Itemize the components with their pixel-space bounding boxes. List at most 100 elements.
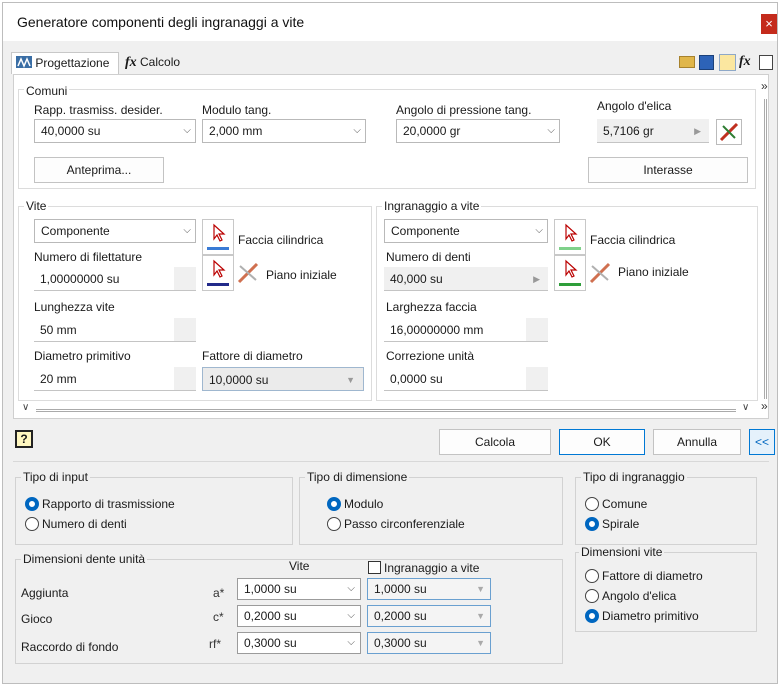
module-value: 2,000 mm	[209, 124, 263, 138]
chevron-down-icon: ▼	[476, 638, 485, 648]
threads-input[interactable]: 1,00000000 su	[34, 267, 196, 291]
vite-type-select[interactable]: Componente ⌵	[34, 219, 196, 243]
flip-icon[interactable]	[236, 261, 260, 285]
helix-angle-value: 5,7106 gr	[603, 124, 654, 138]
radio-teeth[interactable]: Numero di denti	[25, 516, 127, 532]
face-width-label: Larghezza faccia	[386, 300, 477, 314]
length-input[interactable]: 50 mm	[34, 318, 196, 342]
tab-label: Calcolo	[140, 55, 181, 69]
clearance-gear-select: 0,2000 su ▼	[367, 605, 491, 627]
scroll-track[interactable]	[764, 99, 767, 399]
radio-helix-angle[interactable]: Angolo d'elica	[585, 588, 676, 604]
group-ingranaggio-label: Ingranaggio a vite	[382, 199, 482, 213]
select-plane-button[interactable]	[202, 255, 234, 291]
radio-diameter-factor[interactable]: Fattore di diametro	[585, 568, 703, 584]
open-folder-icon[interactable]	[679, 56, 695, 68]
ratio-label: Rapp. trasmiss. desider.	[34, 103, 163, 117]
ok-button[interactable]: OK	[559, 429, 645, 455]
field-spacer	[526, 318, 548, 341]
chevron-down-icon: ▼	[476, 584, 485, 594]
radio-indicator	[327, 517, 341, 531]
expand-right-icon[interactable]: »	[761, 79, 768, 93]
root-fillet-vite-select[interactable]: 0,3000 su ⌵	[237, 632, 361, 654]
play-arrow-icon: ▶	[533, 274, 540, 284]
radio-module[interactable]: Modulo	[327, 496, 383, 512]
gear-type-select[interactable]: Componente ⌵	[384, 219, 548, 243]
correction-label: Correzione unità	[386, 349, 475, 363]
face-width-input[interactable]: 16,00000000 mm	[384, 318, 548, 342]
checkbox-box	[368, 561, 381, 574]
radio-label: Comune	[602, 497, 648, 511]
module-select[interactable]: 2,000 mm ⌵	[202, 119, 366, 143]
root-fillet-label: Raccordo di fondo	[21, 640, 119, 654]
threads-label: Numero di filettature	[34, 250, 143, 264]
select-plane-button[interactable]	[554, 255, 586, 291]
lock-dimension-icon[interactable]	[716, 119, 742, 145]
correction-input[interactable]: 0,0000 su	[384, 367, 548, 391]
radio-pitch[interactable]: Passo circonferenziale	[327, 516, 465, 532]
clearance-vite-select[interactable]: 0,2000 su ⌵	[237, 605, 361, 627]
options-icon[interactable]	[719, 54, 736, 71]
radio-indicator	[25, 497, 39, 511]
field-spacer	[526, 367, 548, 390]
center-distance-button[interactable]: Interasse	[588, 157, 748, 183]
clearance-symbol: c*	[213, 610, 224, 624]
select-face-button[interactable]	[202, 219, 234, 255]
face-width-value: 16,00000000 mm	[390, 323, 484, 337]
horizontal-scrollbar[interactable]: ∨ ∨	[22, 402, 760, 415]
correction-value: 0,0000 su	[390, 372, 443, 386]
scroll-track[interactable]	[36, 409, 736, 412]
teeth-label: Numero di denti	[386, 250, 471, 264]
radio-pitch-diameter[interactable]: Diametro primitivo	[585, 608, 699, 624]
cancel-button[interactable]: Annulla	[653, 429, 741, 455]
ratio-select[interactable]: 40,0000 su ⌵	[34, 119, 196, 143]
group-comuni-label: Comuni	[24, 84, 70, 98]
gear-start-plane-label: Piano iniziale	[618, 265, 689, 279]
addendum-vite-select[interactable]: 1,0000 su ⌵	[237, 578, 361, 600]
radio-label: Spirale	[602, 517, 640, 531]
vite-cyl-face-label: Faccia cilindrica	[238, 233, 324, 247]
radio-label: Passo circonferenziale	[344, 517, 465, 531]
function-icon: fx	[125, 55, 137, 70]
length-label: Lunghezza vite	[34, 300, 115, 314]
vite-type-value: Componente	[41, 224, 110, 238]
calculate-button[interactable]: Calcola	[439, 429, 551, 455]
group-vite-label: Vite	[24, 199, 49, 213]
notes-icon[interactable]	[759, 55, 773, 70]
tab-label: Progettazione	[35, 56, 110, 70]
vertical-scrollbar[interactable]: » »	[759, 77, 773, 417]
gear-cyl-face-label: Faccia cilindrica	[590, 233, 676, 247]
save-icon[interactable]	[699, 55, 714, 70]
tab-progettazione[interactable]: Progettazione	[11, 52, 119, 74]
flip-icon[interactable]	[588, 261, 612, 285]
tab-calcolo[interactable]: fx Calcolo	[121, 52, 201, 74]
radio-common[interactable]: Comune	[585, 496, 647, 512]
radio-spiral[interactable]: Spirale	[585, 516, 639, 532]
expand-right-icon[interactable]: »	[761, 399, 768, 413]
tab-bar: Progettazione fx Calcolo fx	[3, 43, 777, 75]
pitch-diameter-input[interactable]: 20 mm	[34, 367, 196, 391]
help-button[interactable]: ?	[15, 430, 33, 448]
collapse-button[interactable]: <<	[749, 429, 775, 455]
field-spacer	[174, 318, 196, 341]
worm-dimensions-label: Dimensioni vite	[579, 545, 665, 559]
teeth-value: 40,000 su	[390, 272, 443, 286]
function-icon[interactable]: fx	[739, 54, 751, 70]
play-arrow-icon: ▶	[694, 126, 701, 136]
pressure-angle-select[interactable]: 20,0000 gr ⌵	[396, 119, 560, 143]
input-type-label: Tipo di input	[21, 470, 90, 484]
vite-start-plane-label: Piano iniziale	[266, 268, 337, 282]
radio-indicator	[585, 569, 599, 583]
preview-button[interactable]: Anteprima...	[34, 157, 164, 183]
gear-column-checkbox[interactable]: Ingranaggio a vite	[368, 560, 479, 576]
close-button[interactable]: ×	[761, 14, 777, 34]
radio-ratio[interactable]: Rapporto di trasmissione	[25, 496, 175, 512]
pitch-diameter-label: Diametro primitivo	[34, 349, 131, 363]
scroll-down-icon[interactable]: ∨	[22, 402, 29, 413]
scroll-down-icon[interactable]: ∨	[742, 402, 749, 413]
design-panel: Comuni Rapp. trasmiss. desider. 40,0000 …	[13, 74, 769, 419]
select-face-button[interactable]	[554, 219, 586, 255]
radio-label: Modulo	[344, 497, 384, 511]
clearance-vite-value: 0,2000 su	[244, 609, 297, 623]
radio-indicator	[585, 609, 599, 623]
